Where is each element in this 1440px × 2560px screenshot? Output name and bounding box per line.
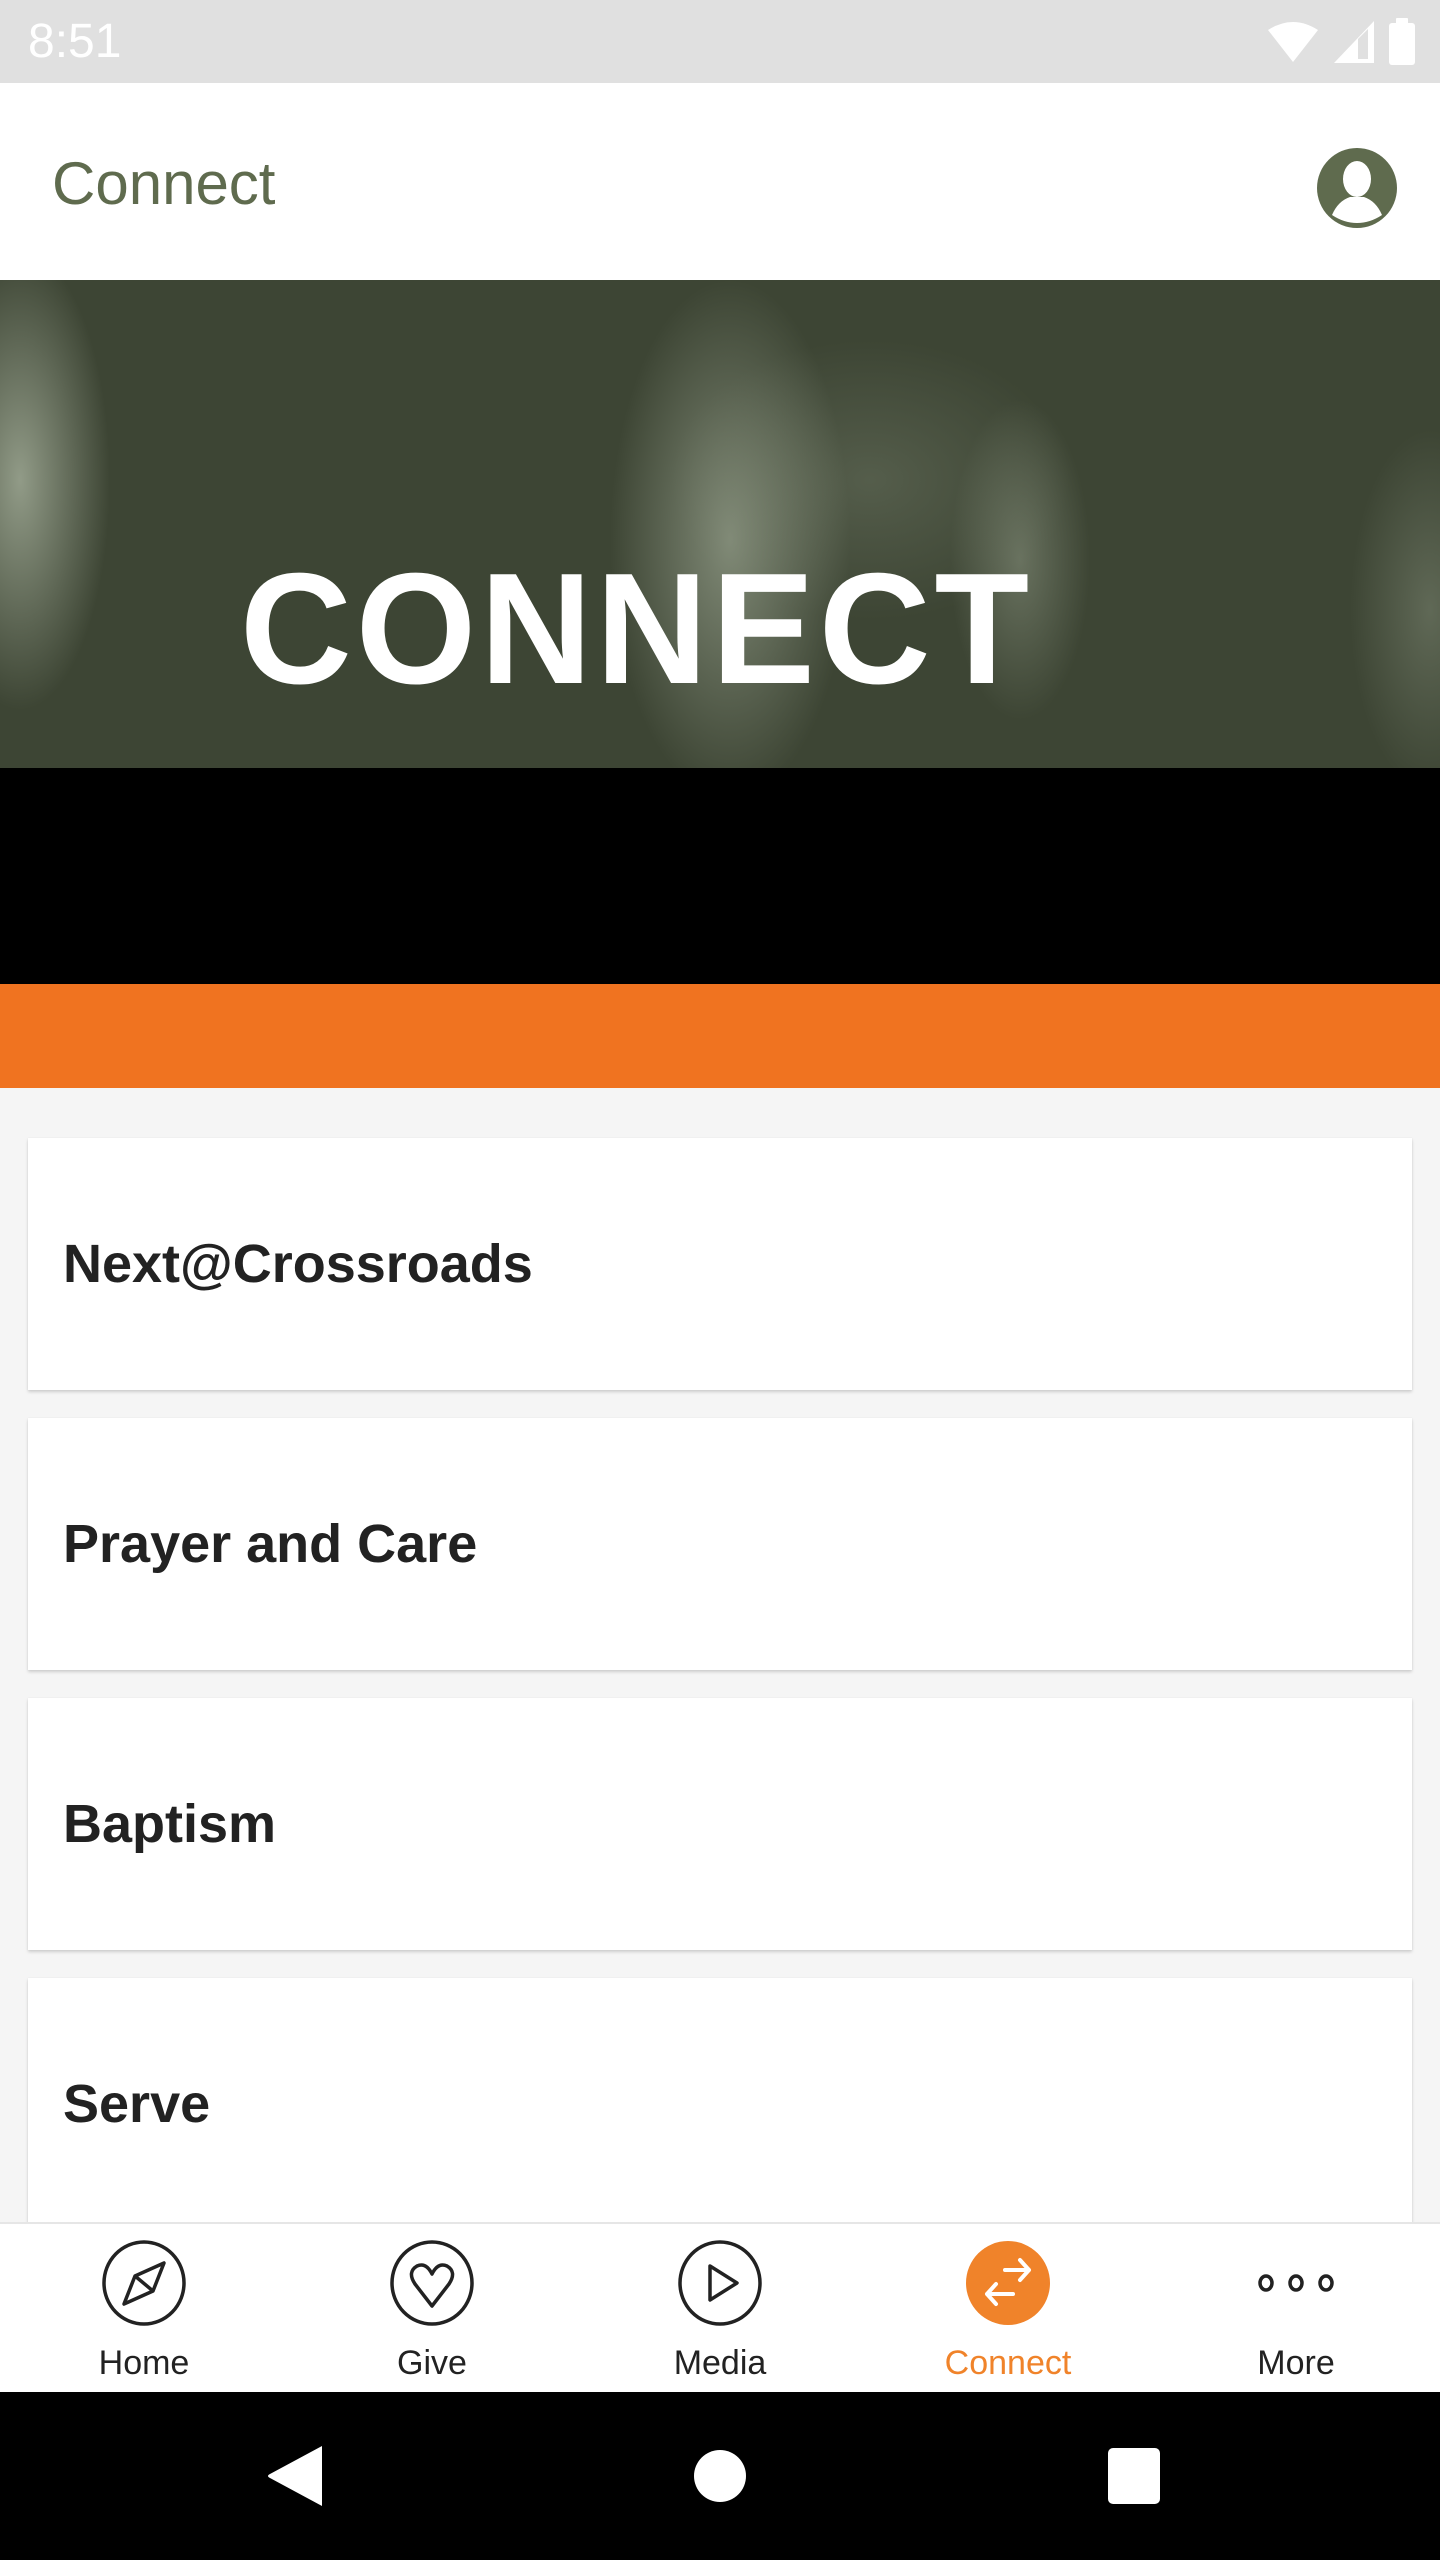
nav-item-more[interactable]: More [1152, 2224, 1440, 2392]
list-item[interactable]: Serve [28, 1978, 1412, 2222]
more-dots-icon [1258, 2274, 1334, 2292]
back-icon[interactable] [262, 2440, 334, 2512]
hero-title: CONNECT [240, 541, 1034, 717]
heart-icon [390, 2240, 474, 2326]
list-item-label: Serve [63, 2074, 211, 2134]
status-time: 8:51 [28, 15, 122, 68]
nav-item-media[interactable]: Media [576, 2224, 864, 2392]
hero-accent-band [0, 984, 1440, 1088]
swap-arrows-icon [966, 2241, 1050, 2325]
account-circle-icon [1317, 148, 1397, 228]
nav-label: Give [397, 2344, 467, 2382]
hero-banner: CONNECT [0, 280, 1440, 768]
status-bar: 8:51 [0, 0, 1440, 83]
nav-label: More [1257, 2344, 1335, 2382]
nav-item-home[interactable]: Home [0, 2224, 288, 2392]
cell-signal-icon [1334, 21, 1374, 63]
profile-button[interactable] [1316, 147, 1398, 229]
nav-label: Connect [944, 2344, 1072, 2382]
wifi-icon [1268, 22, 1318, 62]
nav-label: Media [673, 2344, 767, 2382]
nav-item-give[interactable]: Give [288, 2224, 576, 2392]
hero-black-band [0, 768, 1440, 986]
bottom-nav: Home Give Media Connect More [0, 2222, 1440, 2392]
system-nav-bar [0, 2392, 1440, 2560]
recents-icon[interactable] [1098, 2440, 1170, 2512]
connect-list: Next@Crossroads Prayer and Care Baptism … [0, 1088, 1440, 2222]
app-bar: Connect [0, 83, 1440, 280]
compass-icon [102, 2240, 186, 2326]
list-item-label: Next@Crossroads [63, 1234, 533, 1294]
hero-title-wrap: CONNECT [240, 550, 1070, 708]
list-item[interactable]: Next@Crossroads [28, 1138, 1412, 1390]
page-title: Connect [52, 150, 276, 217]
status-icons [1266, 18, 1416, 66]
nav-item-connect[interactable]: Connect [864, 2224, 1152, 2392]
battery-icon [1389, 18, 1415, 65]
home-icon[interactable] [684, 2440, 756, 2512]
list-item-label: Prayer and Care [63, 1514, 478, 1574]
play-icon [678, 2240, 762, 2326]
list-item[interactable]: Prayer and Care [28, 1418, 1412, 1670]
nav-label: Home [98, 2344, 190, 2382]
list-item-label: Baptism [63, 1794, 277, 1854]
list-item[interactable]: Baptism [28, 1698, 1412, 1950]
